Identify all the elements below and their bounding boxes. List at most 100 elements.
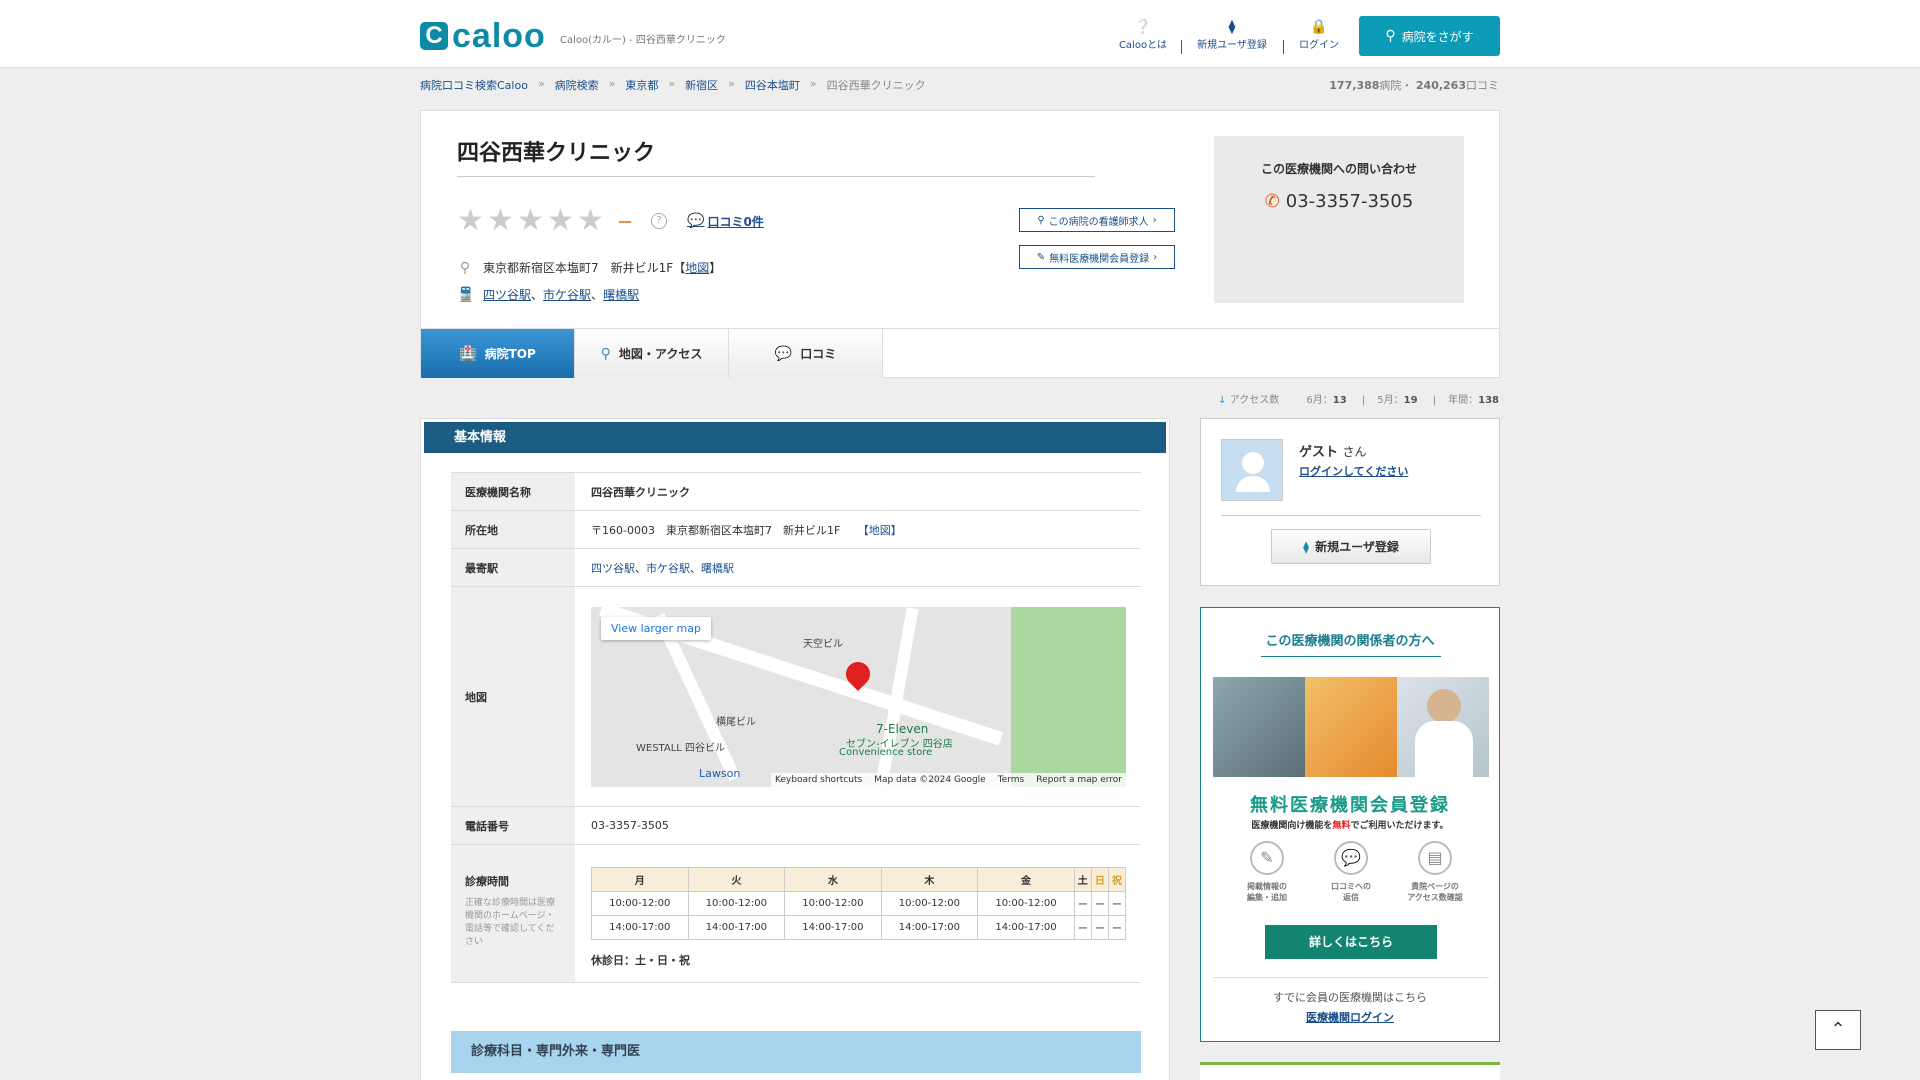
tab-reviews[interactable]: 💬 口コミ <box>729 329 883 378</box>
breadcrumb-item[interactable]: 東京都 <box>625 77 658 93</box>
hours-cell: 10:00-12:00 <box>784 891 882 916</box>
contact-box: この医療機関への問い合わせ ✆ 03-3357-3505 <box>1214 136 1464 303</box>
departments-header: 診療科目・専門外来・専門医 <box>451 1031 1141 1073</box>
map-label: 天空ビル <box>803 638 843 650</box>
register-label: 新規ユーザ登録 <box>1315 540 1399 554</box>
address-map-link[interactable]: 【地図】 <box>858 524 902 537</box>
hours-cell: 10:00-12:00 <box>977 891 1075 916</box>
train-icon: 🚆 <box>457 286 475 303</box>
map-link-bracket-close: 】 <box>709 261 722 275</box>
day-header: 祝 <box>1107 867 1127 892</box>
details-button[interactable]: 詳しくはこちら <box>1265 925 1437 959</box>
map-pin-icon: ⚲ <box>600 345 611 362</box>
review-total-unit: 口コミ <box>1466 79 1499 92</box>
station-link[interactable]: 市ケ谷駅 <box>646 562 690 575</box>
question-circle-icon: ❔ <box>1134 19 1152 35</box>
clinic-login-link[interactable]: 医療機関ログイン <box>1306 1011 1394 1024</box>
divider <box>1213 977 1489 978</box>
promo-sub-text: でご利用いただけます。 <box>1350 821 1449 831</box>
access-year: 138 <box>1478 395 1499 406</box>
hours-cell: 14:00-17:00 <box>784 915 882 940</box>
breadcrumb-separator: » <box>608 77 616 90</box>
table-row: 最寄駅 四ツ谷駅、市ケ谷駅、曙橋駅 <box>451 548 1141 587</box>
row-value: 四ツ谷駅、市ケ谷駅、曙橋駅 <box>575 548 1141 587</box>
contact-phone[interactable]: ✆ 03-3357-3505 <box>1214 191 1464 212</box>
hours-note: 正確な診療時間は医療機関のホームページ・電話等で確認してください <box>465 898 556 947</box>
map-footer-item[interactable]: Report a map error <box>1036 775 1122 785</box>
nav-about[interactable]: ❔ Calooとは <box>1118 18 1168 51</box>
nav-login-label: ログイン <box>1299 40 1339 51</box>
promo-underline <box>1261 656 1441 657</box>
promo-title: この医療機関の関係者の方へ <box>1265 634 1435 649</box>
breadcrumb-item[interactable]: 新宿区 <box>685 77 718 93</box>
user-box: ゲスト さん ログインしてください ⧫ 新規ユーザ登録 <box>1200 418 1500 586</box>
nav-login[interactable]: 🔒 ログイン <box>1294 18 1344 51</box>
row-value: 〒160-0003 東京都新宿区本塩町7 新井ビル1F 【地図】 <box>575 510 1141 549</box>
table-row: 診療時間 正確な診療時間は医療機関のホームページ・電話等で確認してください 月 … <box>451 844 1141 983</box>
clinic-staff-promo: この医療機関の関係者の方へ 無料医療機関会員登録 医療機関向け機能を無料でご利用… <box>1200 607 1500 1042</box>
rating-row: ★ ★ ★ ★ ★ － ? 💬 口コミ0件 <box>457 206 764 236</box>
hours-cell: 10:00-12:00 <box>880 891 979 916</box>
nav-register[interactable]: ⧫ 新規ユーザ登録 <box>1195 18 1269 51</box>
station-link[interactable]: 曙橋駅 <box>701 562 734 575</box>
free-registration-button[interactable]: ✎ 無料医療機関会員登録 › <box>1019 245 1175 269</box>
view-larger-map-link[interactable]: View larger map <box>601 616 711 640</box>
station-separator: 、 <box>591 288 604 302</box>
login-link[interactable]: ログインしてください <box>1299 463 1408 479</box>
nurse-jobs-button[interactable]: ⚲ この病院の看護師求人 › <box>1019 208 1175 232</box>
row-label: 医療機関名称 <box>451 472 575 511</box>
map-label: 横尾ビル <box>716 716 756 728</box>
hours-row-afternoon: 14:00-17:00 14:00-17:00 14:00-17:00 14:0… <box>591 915 1127 940</box>
tab-hospital-top[interactable]: 🏥 病院TOP <box>421 329 575 378</box>
address-row: ⚲ 東京都新宿区本塩町7 新井ビル1F 【地図】 <box>457 259 721 276</box>
nav-register-label: 新規ユーザ登録 <box>1197 40 1267 51</box>
station-link[interactable]: 曙橋駅 <box>603 286 639 303</box>
google-map[interactable]: View larger map 天空ビル 横尾ビル WESTALL 四谷ビル 7… <box>591 606 1126 787</box>
speech-bubble-icon: 💬 <box>774 345 793 362</box>
row-value: 03-3357-3505 <box>575 806 1141 845</box>
day-header: 水 <box>784 867 882 892</box>
phone-icon: ✆ <box>1264 191 1280 212</box>
hospital-count: 177,388 <box>1329 79 1380 92</box>
already-member-text: すでに会員の医療機関はこちら <box>1272 991 1428 1004</box>
map-link[interactable]: 地図 <box>685 259 709 276</box>
hours-cell: 14:00-17:00 <box>880 915 979 940</box>
map-footer-item[interactable]: Terms <box>998 775 1025 785</box>
search-hospital-button[interactable]: ⚲ 病院をさがす <box>1359 16 1500 56</box>
station-link[interactable]: 四ツ谷駅 <box>591 562 635 575</box>
promo-subtitle: 医療機関向け機能を無料でご利用いただけます。 <box>1201 818 1499 831</box>
caloo-logo[interactable]: C caloo <box>420 19 546 53</box>
speech-bubble-icon: 💬 <box>687 213 705 229</box>
station-row: 🚆 四ツ谷駅、 市ケ谷駅、 曙橋駅 <box>457 286 639 303</box>
guest-name: ゲスト さん <box>1299 441 1367 460</box>
beginner-mark-icon: ⧫ <box>1228 19 1236 35</box>
nurse-jobs-label: この病院の看護師求人 <box>1048 216 1149 228</box>
breadcrumb-item[interactable]: 病院検索 <box>555 77 599 93</box>
scroll-to-top-button[interactable]: ⌃ <box>1815 1010 1861 1050</box>
row-label: 診療時間 正確な診療時間は医療機関のホームページ・電話等で確認してください <box>451 844 575 983</box>
feature-line: 返信 <box>1343 893 1359 902</box>
map-footer-item[interactable]: Keyboard shortcuts <box>775 775 862 785</box>
day-header: 日 <box>1090 867 1109 892</box>
access-june-label: 6月： <box>1306 395 1333 406</box>
breadcrumb-item[interactable]: 病院口コミ検索Caloo <box>420 77 528 93</box>
map-label: 7-Eleven <box>876 721 929 736</box>
station-link[interactable]: 四ツ谷駅 <box>483 286 531 303</box>
star-icon: ★ <box>517 203 544 238</box>
promo-banner-image <box>1213 677 1489 777</box>
feature-line: 貴院ページの <box>1411 882 1459 891</box>
site-stats: 177,388病院・ 240,263口コミ <box>1329 77 1499 93</box>
review-count-link[interactable]: 💬 口コミ0件 <box>687 213 764 230</box>
access-separator: | <box>1432 395 1437 406</box>
review-count-label: 口コミ0件 <box>707 214 764 229</box>
doctor-face <box>1427 689 1461 723</box>
tab-map-access[interactable]: ⚲ 地図・アクセス <box>575 329 729 378</box>
rating-help-icon[interactable]: ? <box>651 213 668 229</box>
logo-mark: C <box>420 22 448 50</box>
register-button[interactable]: ⧫ 新規ユーザ登録 <box>1271 529 1431 564</box>
breadcrumb-item[interactable]: 四谷本塩町 <box>745 77 800 93</box>
breadcrumb-separator: » <box>537 77 545 90</box>
access-june: 13 <box>1332 395 1347 406</box>
station-link[interactable]: 市ケ谷駅 <box>543 286 591 303</box>
chevron-right-icon: › <box>1152 214 1157 226</box>
